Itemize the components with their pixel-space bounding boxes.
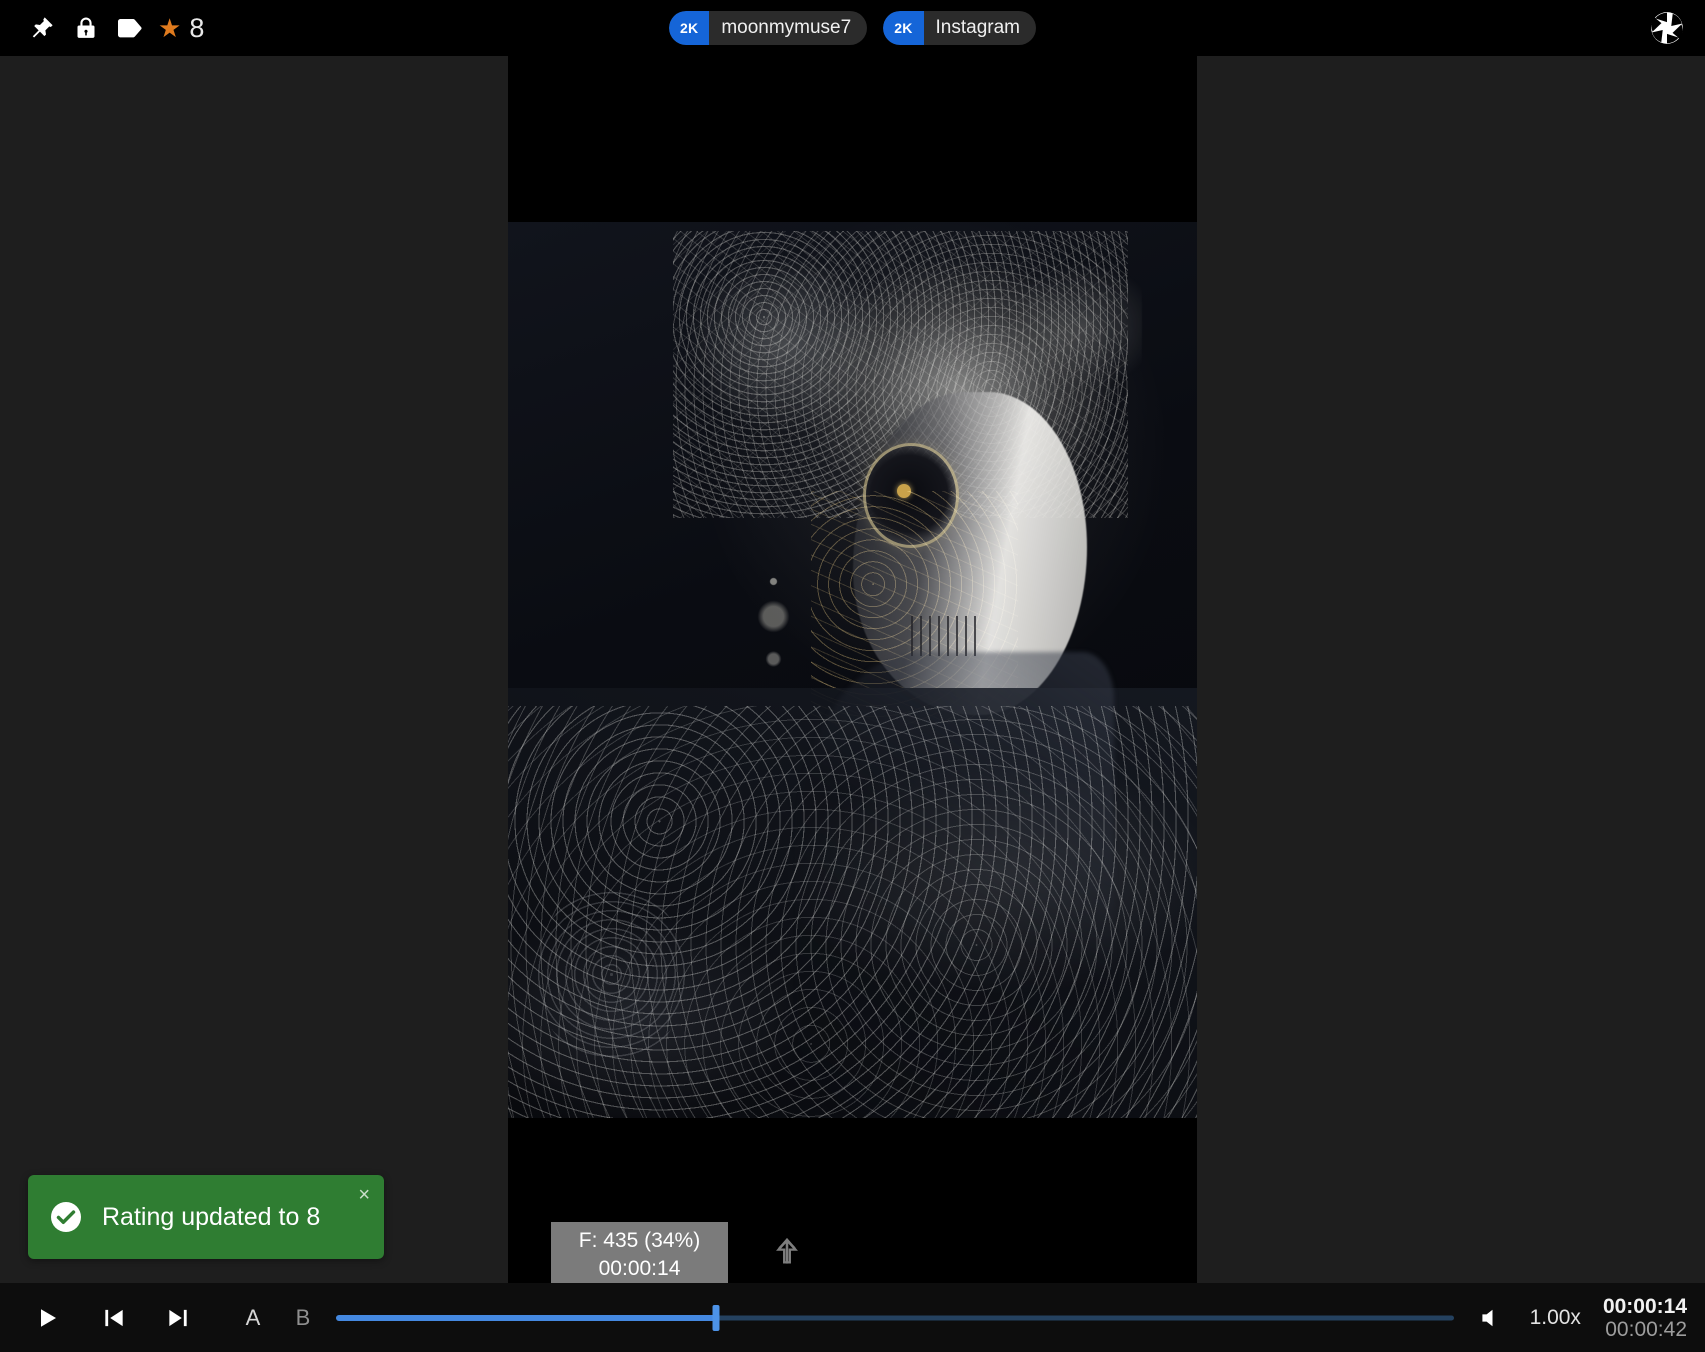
chip-label-source: Instagram	[935, 17, 1020, 38]
next-frame-button[interactable]	[152, 1292, 204, 1344]
top-toolbar-left-group: ★ 8	[0, 6, 204, 50]
close-icon[interactable]: ×	[358, 1185, 370, 1205]
chip-instagram[interactable]: 2K Instagram	[883, 11, 1036, 45]
decor-earring	[745, 553, 801, 679]
chip-label-creator: moonmymuse7	[721, 17, 852, 38]
skip-next-icon	[169, 1309, 187, 1326]
volume-button[interactable]	[1464, 1292, 1518, 1344]
decor-swirl	[535, 885, 688, 1065]
frame-tooltip: F: 435 (34%) 00:00:14	[551, 1222, 728, 1288]
frame-tooltip-frame: F: 435 (34%)	[578, 1229, 701, 1252]
top-toolbar-right-group	[1645, 0, 1689, 56]
marker-b-button[interactable]: B	[282, 1292, 324, 1344]
volume-icon	[1481, 1309, 1493, 1326]
decor-teeth	[911, 616, 980, 656]
video-review-app: ★ 8 2K moonmymuse7 2K Instagram Rating u…	[0, 0, 1705, 1352]
marker-a-button[interactable]: A	[232, 1292, 274, 1344]
rating-value: 8	[189, 12, 205, 43]
chip-moonmymuse7[interactable]: 2K moonmymuse7	[669, 11, 868, 45]
toast-notification[interactable]: Rating updated to 8 ×	[28, 1175, 384, 1259]
top-toolbar-chips: 2K moonmymuse7 2K Instagram	[0, 0, 1705, 56]
toast-message: Rating updated to 8	[102, 1202, 321, 1231]
frame-tooltip-time: 00:00:14	[598, 1257, 681, 1280]
seek-bar[interactable]	[336, 1283, 1454, 1352]
skip-previous-icon	[105, 1309, 123, 1326]
seek-bar-progress	[336, 1314, 716, 1321]
tag-icon[interactable]	[108, 6, 152, 50]
pin-icon[interactable]	[20, 6, 64, 50]
playback-speed-button[interactable]: 1.00x	[1518, 1306, 1593, 1330]
time-display: 00:00:14 00:00:42	[1593, 1295, 1705, 1341]
lock-icon[interactable]	[64, 6, 108, 50]
previous-frame-button[interactable]	[88, 1292, 140, 1344]
video-frame-image	[508, 222, 1197, 1118]
time-current: 00:00:14	[1602, 1294, 1687, 1318]
rating-star-icon[interactable]: ★	[158, 15, 181, 41]
arrow-up-icon[interactable]	[770, 1232, 804, 1270]
aperture-icon[interactable]	[1645, 6, 1689, 50]
chip-badge-resolution: 2K	[883, 11, 924, 45]
seek-bar-thumb[interactable]	[712, 1304, 720, 1331]
player-control-bar: A B 1.00x 00:00:14 00:00:42	[0, 1283, 1705, 1352]
play-button[interactable]	[22, 1292, 74, 1344]
check-circle-icon	[51, 1202, 81, 1232]
top-toolbar: ★ 8 2K moonmymuse7 2K Instagram	[0, 0, 1705, 56]
video-stage[interactable]	[508, 56, 1197, 1283]
play-icon	[41, 1308, 56, 1327]
chip-badge-resolution: 2K	[669, 11, 710, 45]
time-total: 00:00:42	[1605, 1317, 1687, 1341]
